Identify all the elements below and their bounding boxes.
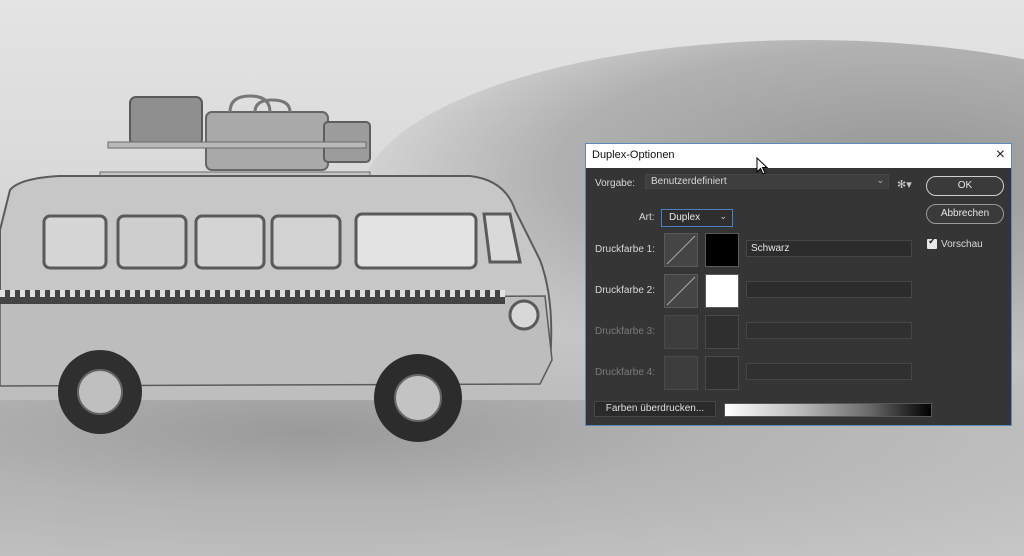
ink-3-label: Druckfarbe 3: — [595, 326, 656, 337]
cancel-button[interactable]: Abbrechen — [926, 204, 1004, 224]
ink-4-color-swatch — [705, 356, 739, 390]
ink-2-label: Druckfarbe 2: — [595, 285, 656, 296]
gear-icon[interactable]: ✻▾ — [897, 178, 912, 191]
ink-2-curve-button[interactable] — [664, 274, 698, 308]
chevron-down-icon: ⌄ — [876, 175, 884, 185]
overprint-colors-button[interactable]: Farben überdrucken... — [594, 401, 716, 417]
ink-4-curve-button — [664, 356, 698, 390]
ink-2-color-swatch[interactable] — [705, 274, 739, 308]
close-icon[interactable]: × — [996, 146, 1005, 164]
ink-1-label: Druckfarbe 1: — [595, 244, 656, 255]
ink-1-curve-button[interactable] — [664, 233, 698, 267]
mouse-cursor-icon — [756, 157, 768, 175]
ink-1-color-swatch[interactable] — [705, 233, 739, 267]
ink-1-name-field[interactable]: Schwarz — [746, 240, 912, 257]
type-value: Duplex — [669, 212, 701, 223]
preset-value: Benutzerdefiniert — [651, 176, 727, 187]
preview-label: Vorschau — [941, 239, 983, 250]
ok-button[interactable]: OK — [926, 176, 1004, 196]
chevron-down-icon: ⌄ — [719, 211, 727, 221]
ink-3-name-field — [746, 322, 912, 339]
ink-3-color-swatch — [705, 315, 739, 349]
preset-label: Vorgabe: — [595, 178, 636, 189]
ink-1-name: Schwarz — [751, 243, 790, 254]
duplex-options-dialog: Duplex-Optionen × Vorgabe: Benutzerdefin… — [585, 143, 1012, 426]
duplex-gradient-preview — [724, 403, 932, 417]
preview-checkbox[interactable]: ✓ — [927, 236, 937, 249]
dialog-titlebar[interactable]: Duplex-Optionen × — [586, 144, 1011, 168]
ink-4-label: Druckfarbe 4: — [595, 367, 656, 378]
checkmark-icon: ✓ — [928, 236, 937, 247]
ink-4-name-field — [746, 363, 912, 380]
dialog-title: Duplex-Optionen — [592, 149, 675, 161]
preset-select[interactable]: Benutzerdefiniert ⌄ — [645, 174, 889, 189]
type-label: Art: — [639, 212, 655, 223]
type-select[interactable]: Duplex ⌄ — [661, 209, 733, 227]
ink-2-name-field[interactable] — [746, 281, 912, 298]
ink-3-curve-button — [664, 315, 698, 349]
